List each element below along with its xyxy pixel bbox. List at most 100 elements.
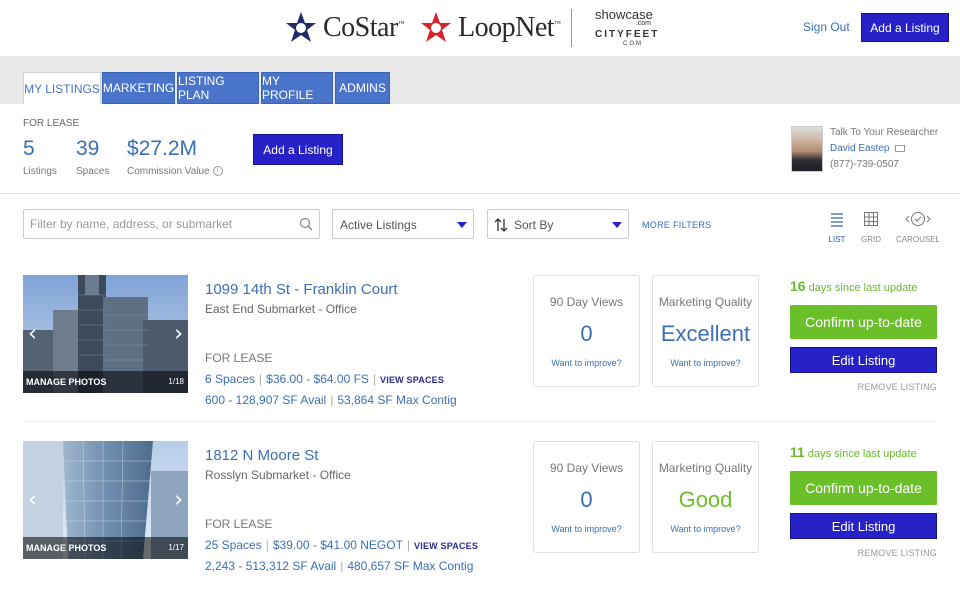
- tab-listing-plan[interactable]: LISTING PLAN: [177, 72, 259, 104]
- quality-metric-value: Good: [678, 487, 733, 512]
- researcher-title: Talk To Your Researcher: [830, 127, 939, 138]
- listing-sf-line: 2,243 - 513,312 SF Avail | 480,657 SF Max …: [205, 559, 473, 573]
- summary-for-lease-label: FOR LEASE: [23, 118, 80, 129]
- sign-out-link[interactable]: Sign Out: [803, 20, 850, 34]
- quality-metric-value: Excellent: [660, 321, 751, 346]
- views-improve-link[interactable]: Want to improve?: [534, 358, 639, 368]
- search-box[interactable]: [23, 209, 320, 239]
- stat-spaces-label: Spaces: [76, 166, 110, 177]
- quality-metric-card: Marketing Quality Good Want to improve?: [652, 441, 759, 553]
- manage-photos-label: MANAGE PHOTOS: [26, 377, 107, 387]
- listing-photo[interactable]: ‹ › MANAGE PHOTOS 1/18: [23, 275, 188, 393]
- cityfeet-wordmark: CITYFEET: [595, 29, 660, 40]
- tab-my-listings[interactable]: MY LISTINGS: [23, 72, 101, 105]
- separator: |: [406, 538, 411, 552]
- listing-sf-avail: 2,243 - 513,312 SF Avail: [205, 559, 337, 573]
- stat-spaces: 39 Spaces: [76, 136, 109, 177]
- tab-admins[interactable]: ADMINS: [335, 72, 390, 104]
- add-listing-header-button[interactable]: Add a Listing: [861, 13, 949, 42]
- listing-spaces-line: 6 Spaces | $36.00 - $64.00 FS | VIEW SPACES: [205, 372, 444, 386]
- search-input[interactable]: [30, 215, 290, 233]
- photo-next-icon[interactable]: ›: [174, 488, 183, 513]
- stat-commission-label: Commission Value i: [127, 166, 223, 177]
- quality-improve-link[interactable]: Want to improve?: [653, 358, 758, 368]
- tab-my-profile[interactable]: MY PROFILE: [261, 72, 333, 104]
- researcher-phone: (877)-739-0507: [830, 159, 899, 170]
- add-listing-button[interactable]: Add a Listing: [253, 134, 343, 165]
- listing-lease-type: FOR LEASE: [205, 517, 273, 531]
- stat-listings: 5 Listings: [23, 136, 57, 177]
- views-metric-title: 90 Day Views: [549, 295, 624, 309]
- views-metric-value: 0: [580, 321, 593, 346]
- quality-metric-title: Marketing Quality: [658, 295, 753, 309]
- loopnet-star-icon: [421, 12, 451, 42]
- status-select[interactable]: Active Listings: [332, 209, 474, 239]
- sort-select[interactable]: Sort By: [487, 209, 629, 239]
- view-spaces-link[interactable]: VIEW SPACES: [380, 375, 444, 385]
- listing-sf-line: 600 - 128,907 SF Avail | 53,864 SF Max Con…: [205, 393, 457, 407]
- days-since-update: 11 days since last update: [790, 444, 917, 460]
- separator: |: [330, 393, 334, 407]
- separator: |: [340, 559, 344, 573]
- remove-listing-link[interactable]: REMOVE LISTING: [790, 382, 937, 392]
- mail-icon[interactable]: [895, 144, 906, 152]
- listing-rate: $36.00 - $64.00 FS: [266, 372, 369, 386]
- confirm-up-to-date-button[interactable]: Confirm up-to-date: [790, 305, 937, 339]
- quality-metric-card: Marketing Quality Excellent Want to impr…: [652, 275, 759, 387]
- photo-count: 1/17: [168, 543, 184, 552]
- photo-count: 1/18: [168, 377, 184, 386]
- listing-card: ‹ › MANAGE PHOTOS 1/17 1812 N Moore St R…: [0, 441, 960, 581]
- edit-listing-button[interactable]: Edit Listing: [790, 513, 937, 539]
- days-count: 16: [790, 278, 806, 294]
- tab-marketing[interactable]: MARKETING: [102, 72, 175, 104]
- commission-label-text: Commission Value: [127, 166, 210, 177]
- remove-listing-link[interactable]: REMOVE LISTING: [790, 548, 937, 558]
- listings-summary: FOR LEASE 5 Listings 39 Spaces $27.2M Co…: [0, 104, 960, 194]
- separator: |: [265, 538, 269, 552]
- view-grid-button[interactable]: GRID: [848, 211, 894, 249]
- listing-card: ‹ › MANAGE PHOTOS 1/18 1099 14th St - Fr…: [0, 275, 960, 415]
- brand-divider: [571, 9, 572, 47]
- listing-address-link[interactable]: 1099 14th St - Franklin Court: [205, 281, 398, 298]
- researcher-name-link[interactable]: David Eastep: [830, 143, 906, 154]
- listing-sf-avail: 600 - 128,907 SF Avail: [205, 393, 327, 407]
- quality-improve-link[interactable]: Want to improve?: [653, 524, 758, 534]
- costar-star-icon: [286, 12, 316, 42]
- views-improve-link[interactable]: Want to improve?: [534, 524, 639, 534]
- days-since-update: 16 days since last update: [790, 278, 918, 294]
- listing-submarket: East End Submarket - Office: [205, 302, 357, 316]
- sort-select-value: Sort By: [514, 218, 554, 232]
- photo-next-icon[interactable]: ›: [174, 322, 183, 347]
- stat-listings-label: Listings: [23, 166, 57, 177]
- confirm-up-to-date-button[interactable]: Confirm up-to-date: [790, 471, 937, 505]
- stat-spaces-value: 39: [76, 137, 100, 160]
- photo-prev-icon[interactable]: ‹: [28, 322, 37, 347]
- info-icon[interactable]: i: [212, 166, 223, 177]
- view-carousel-label: CAROUSEL: [895, 235, 940, 244]
- views-metric-title: 90 Day Views: [549, 461, 624, 475]
- more-filters-link[interactable]: MORE FILTERS: [642, 220, 711, 230]
- sort-icon: [494, 218, 508, 232]
- photo-prev-icon[interactable]: ‹: [28, 488, 37, 513]
- manage-photos-button[interactable]: MANAGE PHOTOS 1/17: [23, 537, 188, 559]
- costar-logo[interactable]: CoStar™: [285, 8, 405, 48]
- listing-address-link[interactable]: 1812 N Moore St: [205, 447, 318, 464]
- grid-icon: [864, 212, 878, 226]
- researcher-avatar: [791, 126, 823, 172]
- costar-wordmark: CoStar™: [323, 12, 405, 43]
- view-spaces-link[interactable]: VIEW SPACES: [414, 541, 478, 551]
- search-icon[interactable]: [299, 217, 313, 231]
- listing-photo[interactable]: ‹ › MANAGE PHOTOS 1/17: [23, 441, 188, 559]
- loopnet-logo[interactable]: LoopNet™: [420, 8, 561, 48]
- days-count: 11: [790, 444, 805, 460]
- manage-photos-label: MANAGE PHOTOS: [26, 543, 107, 553]
- manage-photos-button[interactable]: MANAGE PHOTOS 1/18: [23, 371, 188, 393]
- view-carousel-button[interactable]: CAROUSEL: [895, 211, 941, 249]
- listing-divider: [23, 421, 937, 422]
- edit-listing-button[interactable]: Edit Listing: [790, 347, 937, 373]
- listing-max-contig: 53,864 SF Max Contig: [337, 393, 457, 407]
- filter-bar: Active Listings Sort By MORE FILTERS LIS…: [0, 194, 960, 254]
- researcher-name[interactable]: David Eastep: [830, 143, 889, 154]
- showcase-cityfeet-logo[interactable]: showcase .com CITYFEET COM: [595, 8, 660, 48]
- stat-listings-value: 5: [23, 137, 35, 160]
